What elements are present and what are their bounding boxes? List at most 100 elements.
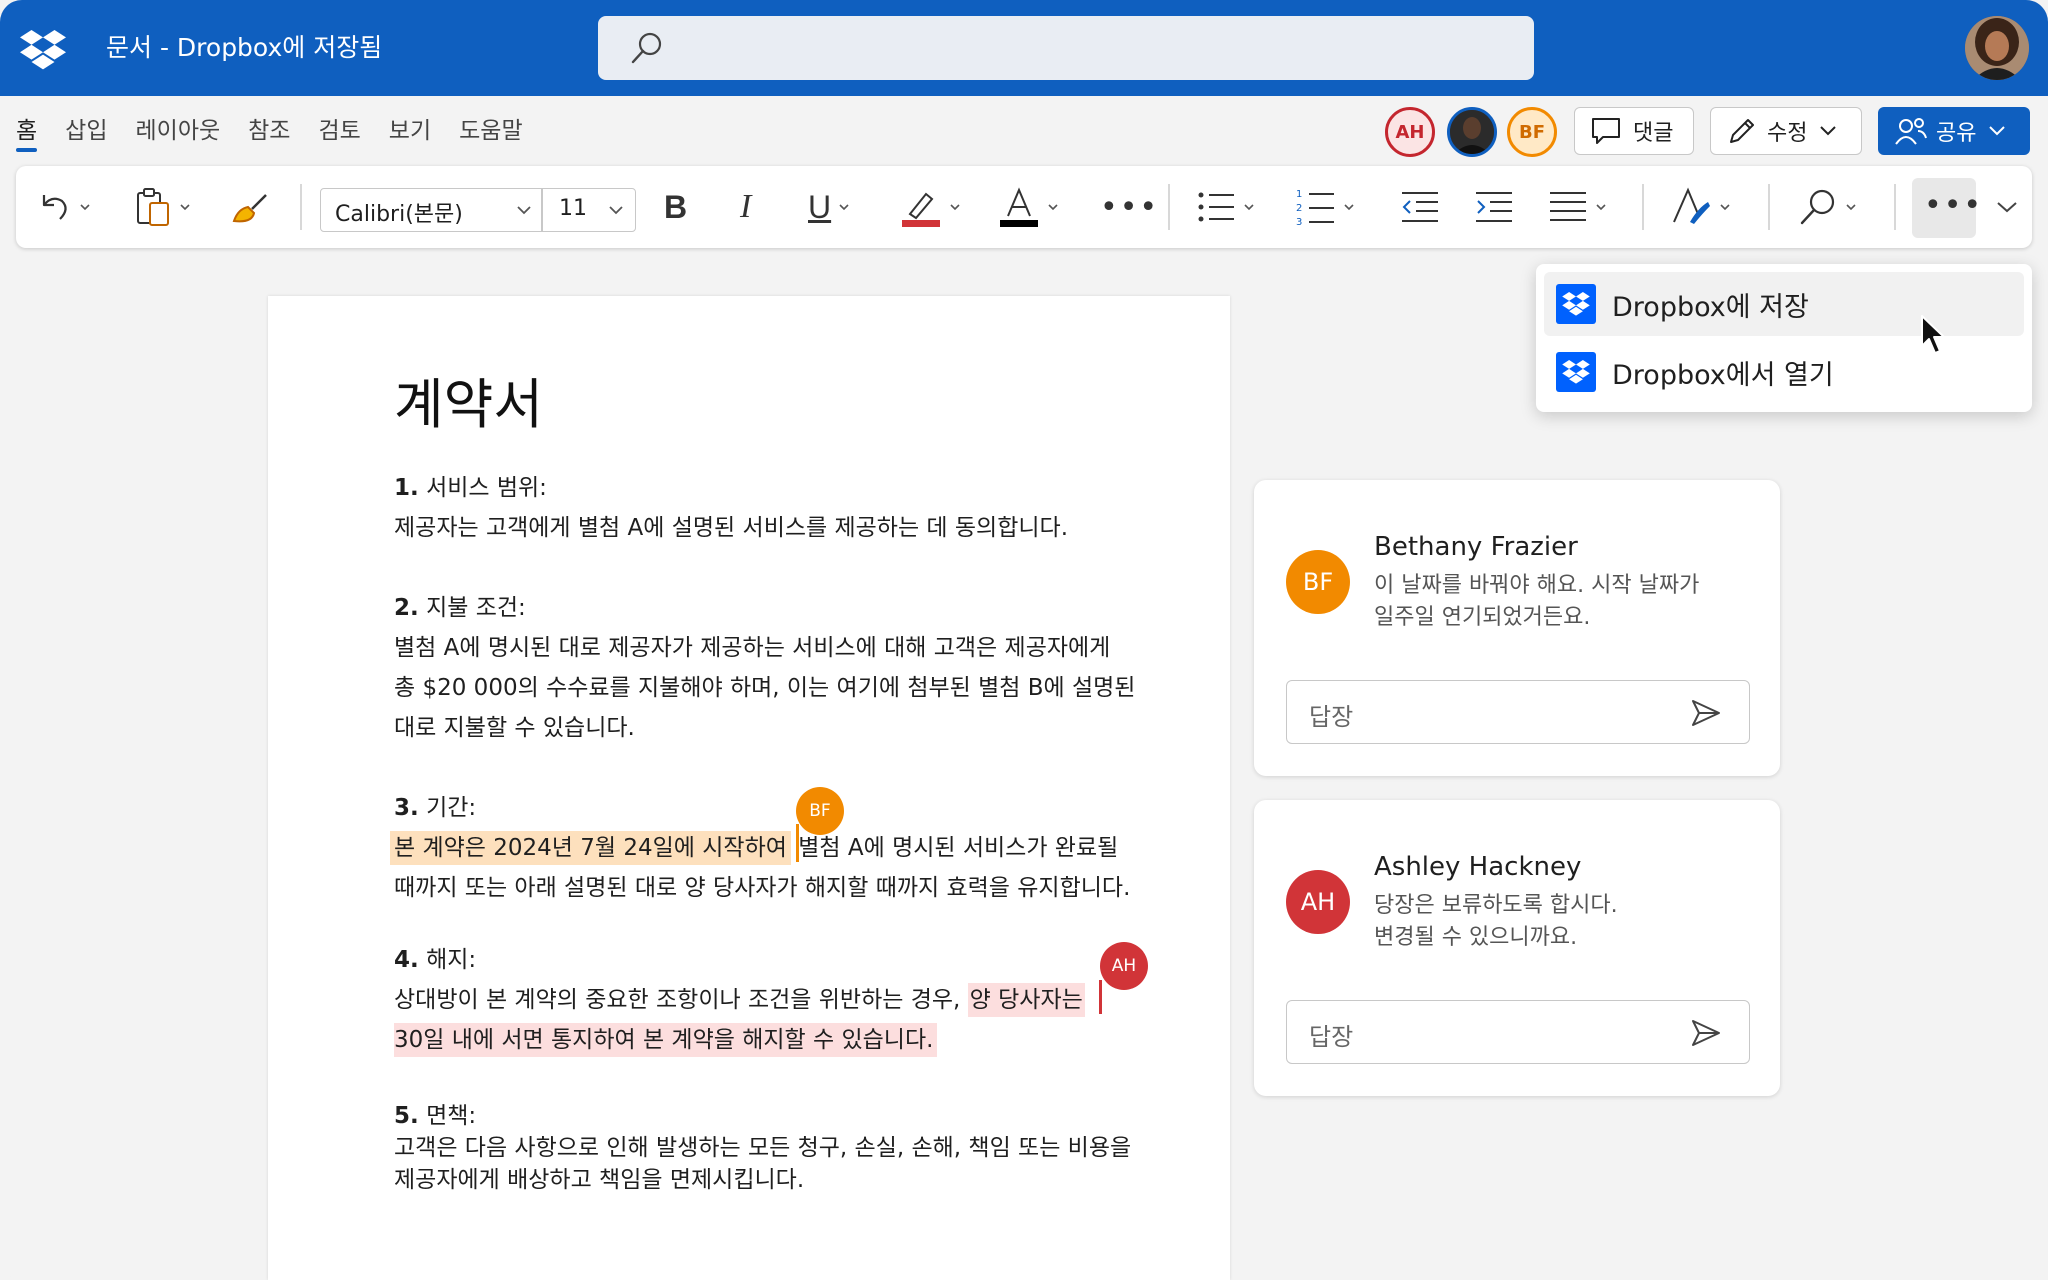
paste-button[interactable]: [134, 184, 190, 230]
font-size-select[interactable]: 11: [559, 196, 587, 221]
section-3-heading: 3. 기간:: [394, 795, 477, 821]
chevron-down-icon: [1244, 204, 1254, 211]
send-icon[interactable]: [1691, 1019, 1721, 1047]
comment-card[interactable]: AH Ashley Hackney 당장은 보류하도록 합시다. 변경될 수 있…: [1254, 800, 1780, 1096]
chevron-down-icon: [950, 204, 960, 211]
reply-placeholder: 답장: [1309, 1023, 1354, 1051]
svg-text:3: 3: [1296, 217, 1302, 227]
more-options-icon: •••: [1924, 188, 1984, 223]
undo-button[interactable]: [36, 184, 90, 230]
numbering-icon: 1 2 3: [1296, 189, 1334, 227]
collapse-ribbon-icon: [1997, 202, 2017, 213]
comment-avatar: BF: [1286, 550, 1350, 614]
undo-icon: [42, 195, 67, 220]
decrease-indent-button[interactable]: [1400, 184, 1440, 230]
chevron-down-icon: [1720, 204, 1730, 211]
comments-label: 댓글: [1633, 121, 1674, 146]
find-button[interactable]: [1798, 184, 1856, 230]
tab-insert[interactable]: 삽입: [65, 112, 107, 156]
italic-icon: I: [740, 188, 752, 225]
reply-input[interactable]: 답장: [1286, 1000, 1750, 1064]
document-page[interactable]: 계약서 1. 서비스 범위: 제공자는 고객에게 별첨 A에 설명된 서비스를 …: [268, 296, 1230, 1280]
align-button[interactable]: [1548, 184, 1606, 230]
bullets-button[interactable]: [1196, 184, 1254, 230]
increase-indent-button[interactable]: [1474, 184, 1514, 230]
font-name-select[interactable]: Calibri(본문): [335, 196, 463, 228]
underline-button[interactable]: U: [808, 184, 849, 230]
highlighted-text-ah[interactable]: 30일 내에 서면 통지하여 본 계약을 해지할 수 있습니다.: [394, 1023, 938, 1057]
dropbox-icon: [1556, 284, 1596, 324]
collaborator-marker-bf[interactable]: BF: [796, 787, 844, 835]
more-icon: •••: [1100, 189, 1160, 225]
chevron-down-icon: [609, 206, 623, 215]
send-icon[interactable]: [1691, 699, 1721, 727]
reply-placeholder: 답장: [1309, 703, 1354, 731]
highlight-button[interactable]: [900, 184, 960, 230]
highlighted-text-ah[interactable]: 양 당사자는: [967, 983, 1085, 1017]
editing-mode-button[interactable]: 수정: [1710, 107, 1862, 155]
ribbon-toolbar: B I U ••• 1 2 3: [16, 166, 2032, 248]
section-4-text: 상대방이 본 계약의 중요한 조항이나 조건을 위반하는 경우, 양 당사자는: [394, 980, 1085, 1017]
comment-author: Ashley Hackney: [1374, 852, 1582, 882]
tab-review[interactable]: 검토: [318, 112, 360, 156]
section-3-text: 본 계약은 2024년 7월 24일에 시작하여 별첨 A에 명시된 서비스가 …: [390, 828, 1118, 865]
font-selector-group: Calibri(본문) 11: [320, 188, 636, 232]
section-5-text: 제공자에게 배상하고 책임을 면제시킵니다.: [394, 1167, 805, 1193]
title-bar: 문서 - Dropbox에 저장됨: [0, 0, 2048, 96]
menu-item-label: Dropbox에서 열기: [1612, 359, 1834, 391]
format-painter-button[interactable]: [230, 184, 270, 230]
user-profile-avatar[interactable]: [1965, 16, 2029, 80]
menu-item-save-to-dropbox[interactable]: Dropbox에 저장: [1544, 272, 2024, 336]
bold-icon: B: [664, 188, 688, 225]
styles-button[interactable]: [1670, 184, 1730, 230]
tab-help[interactable]: 도움말: [459, 112, 522, 156]
decrease-indent-icon: [1402, 192, 1438, 222]
chevron-down-icon: [1820, 126, 1837, 136]
collapse-ribbon-button[interactable]: [1996, 184, 2018, 230]
chevron-down-icon: [517, 206, 531, 215]
highlighted-text-bf[interactable]: 본 계약은 2024년 7월 24일에 시작하여: [390, 831, 791, 865]
comment-text: 이 날짜를 바꿔야 해요. 시작 날짜가 일주일 연기되었거든요.: [1374, 573, 1700, 630]
editing-mode-label: 수정: [1767, 121, 1808, 146]
menu-item-label: Dropbox에 저장: [1612, 291, 1809, 323]
reply-input[interactable]: 답장: [1286, 680, 1750, 744]
dropbox-logo-icon[interactable]: [20, 30, 66, 70]
section-5-text: 고객은 다음 사항으로 인해 발생하는 모든 청구, 손실, 손해, 책임 또는…: [394, 1135, 1132, 1161]
tab-layout[interactable]: 레이아웃: [136, 112, 221, 156]
menu-item-open-from-dropbox[interactable]: Dropbox에서 열기: [1544, 340, 2024, 404]
comments-button[interactable]: 댓글: [1574, 107, 1694, 155]
more-options-button[interactable]: •••: [1912, 178, 1981, 238]
collaborator-cursor-bf: [796, 824, 799, 862]
chevron-down-icon: [839, 204, 849, 211]
align-icon: [1550, 192, 1586, 221]
chevron-down-icon: [1989, 126, 2006, 136]
svg-text:2: 2: [1296, 203, 1302, 214]
styles-icon: [1673, 187, 1710, 224]
tab-home[interactable]: 홈: [16, 112, 38, 156]
comment-avatar: AH: [1286, 870, 1350, 934]
numbering-button[interactable]: 1 2 3: [1296, 184, 1354, 230]
bold-button[interactable]: B: [664, 184, 687, 230]
italic-button[interactable]: I: [740, 184, 751, 230]
more-font-options-button[interactable]: •••: [1100, 184, 1159, 230]
section-1-text: 제공자는 고객에게 별첨 A에 설명된 서비스를 제공하는 데 동의합니다.: [394, 515, 1069, 541]
section-2-text: 대로 지불할 수 있습니다.: [394, 715, 635, 741]
pencil-icon: [1730, 119, 1754, 143]
bullets-icon: [1198, 192, 1234, 222]
ribbon-tabs: 홈 삽입 레이아웃 참조 검토 보기 도움말: [16, 112, 551, 156]
chevron-down-icon: [180, 204, 190, 211]
tab-references[interactable]: 참조: [248, 112, 290, 156]
comment-card[interactable]: BF Bethany Frazier 이 날짜를 바꿔야 해요. 시작 날짜가 …: [1254, 480, 1780, 776]
collaborator-avatar-photo[interactable]: [1447, 107, 1497, 157]
collaborator-avatar-ah[interactable]: AH: [1385, 107, 1435, 157]
paste-icon: [137, 188, 169, 226]
search-box[interactable]: [598, 16, 1534, 80]
section-4-heading: 4. 해지:: [394, 947, 477, 973]
font-color-button[interactable]: [998, 184, 1058, 230]
tab-view[interactable]: 보기: [389, 112, 431, 156]
comment-icon: [1592, 118, 1620, 144]
share-button[interactable]: 공유: [1878, 107, 2030, 155]
svg-text:1: 1: [1296, 189, 1302, 200]
collaborator-marker-ah[interactable]: AH: [1100, 942, 1148, 990]
collaborator-avatar-bf[interactable]: BF: [1507, 107, 1557, 157]
